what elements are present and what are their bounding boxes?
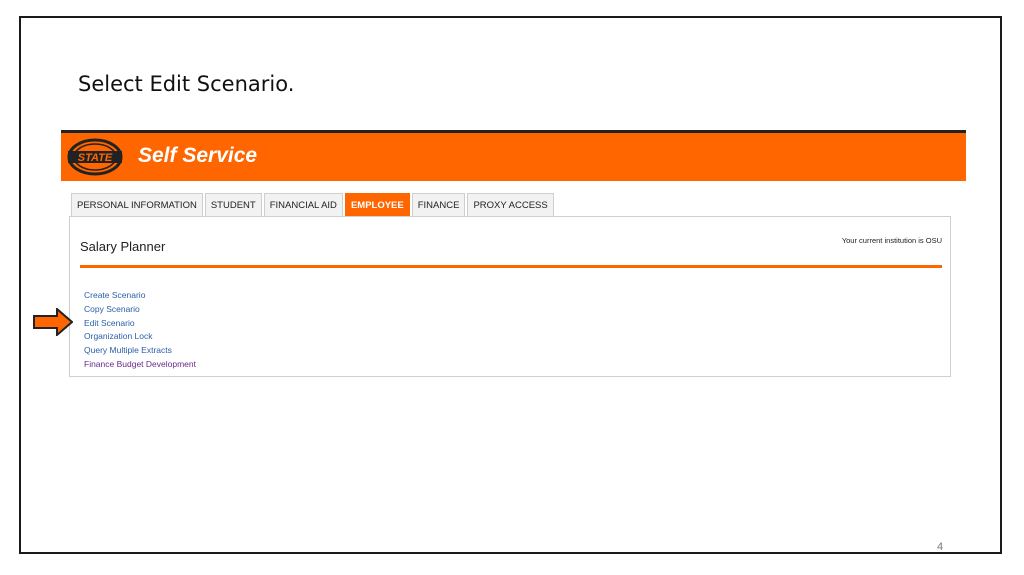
tab-finance[interactable]: FINANCE	[411, 193, 466, 216]
self-service-screenshot: STATE Self Service PERSONAL INFORMATION …	[61, 130, 966, 380]
organization-lock-link[interactable]: Organization Lock	[84, 330, 196, 344]
osu-logo-icon: STATE	[67, 138, 123, 176]
tab-student[interactable]: STUDENT	[204, 193, 262, 216]
orange-divider	[80, 265, 942, 268]
panel-title: Salary Planner	[80, 239, 166, 254]
slide-title: Select Edit Scenario.	[78, 72, 295, 96]
create-scenario-link[interactable]: Create Scenario	[84, 289, 196, 303]
finance-budget-development-link[interactable]: Finance Budget Development	[84, 358, 196, 372]
tab-financial-aid[interactable]: FINANCIAL AID	[263, 193, 343, 216]
tab-employee[interactable]: EMPLOYEE	[344, 193, 410, 216]
salary-planner-panel: Salary Planner Your current institution …	[69, 216, 951, 377]
copy-scenario-link[interactable]: Copy Scenario	[84, 303, 196, 317]
page-number: 4	[937, 541, 944, 553]
tab-personal-information[interactable]: PERSONAL INFORMATION	[71, 193, 203, 216]
salary-planner-links: Create Scenario Copy Scenario Edit Scena…	[84, 289, 196, 372]
query-multiple-extracts-link[interactable]: Query Multiple Extracts	[84, 344, 196, 358]
institution-text: Your current institution is OSU	[841, 236, 942, 245]
main-tabs: PERSONAL INFORMATION STUDENT FINANCIAL A…	[71, 193, 556, 216]
right-arrow-icon	[33, 308, 73, 336]
logo-text: STATE	[78, 152, 113, 164]
tab-proxy-access[interactable]: PROXY ACCESS	[467, 193, 554, 216]
self-service-banner: STATE Self Service	[61, 130, 966, 181]
edit-scenario-link[interactable]: Edit Scenario	[84, 317, 196, 331]
banner-title: Self Service	[138, 144, 258, 167]
